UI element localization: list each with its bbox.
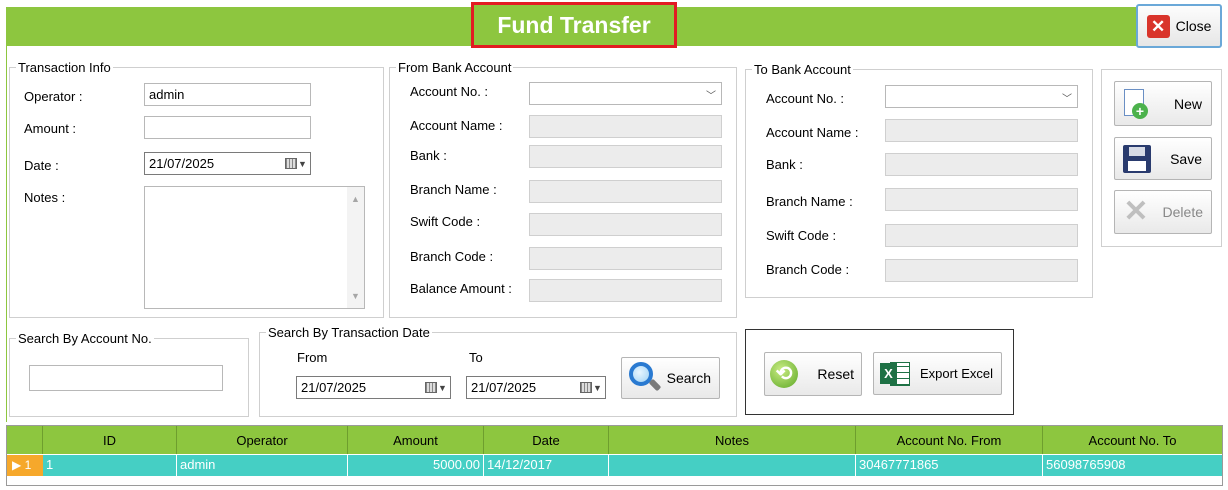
row-number: 1: [24, 458, 32, 472]
column-header-account-from[interactable]: Account No. From: [856, 426, 1043, 454]
cell-date[interactable]: 14/12/2017: [484, 455, 609, 476]
column-header-amount[interactable]: Amount: [348, 426, 484, 454]
from-swift-code-field: [529, 213, 722, 236]
chevron-down-icon: ﹀: [706, 91, 716, 102]
notes-textarea[interactable]: ▲ ▼: [144, 186, 365, 309]
row-indicator[interactable]: ▶ 1: [7, 455, 43, 476]
cell-amount[interactable]: 5000.00: [348, 455, 484, 476]
from-branch-code-field: [529, 247, 722, 270]
calendar-icon[interactable]: ▼: [285, 156, 307, 171]
transactions-grid[interactable]: ID Operator Amount Date Notes Account No…: [6, 425, 1223, 486]
to-account-no-label: Account No. :: [766, 91, 845, 106]
row-header-corner: [7, 426, 43, 454]
date-label: Date :: [24, 158, 59, 173]
calendar-icon[interactable]: ▼: [425, 380, 447, 395]
grid-header: ID Operator Amount Date Notes Account No…: [7, 426, 1222, 454]
from-account-no-label: Account No. :: [410, 84, 489, 99]
amount-input[interactable]: [144, 116, 311, 139]
save-button[interactable]: Save: [1114, 137, 1212, 180]
to-bank-label: Bank :: [766, 157, 803, 172]
search-account-input[interactable]: [29, 365, 223, 391]
cell-operator[interactable]: admin: [177, 455, 348, 476]
to-account-no-select[interactable]: ﹀: [885, 85, 1078, 108]
to-account-name-label: Account Name :: [766, 125, 859, 140]
save-button-label: Save: [1170, 150, 1202, 167]
close-button[interactable]: ✕ Close: [1136, 4, 1222, 48]
search-date-legend: Search By Transaction Date: [266, 325, 432, 340]
close-icon: ✕: [1146, 14, 1170, 38]
cell-account-from[interactable]: 30467771865: [856, 455, 1043, 476]
to-date-picker[interactable]: 21/07/2025 ▼: [466, 376, 606, 399]
notes-label: Notes :: [24, 190, 66, 205]
to-account-name-field: [885, 119, 1078, 142]
from-bank-field: [529, 145, 722, 168]
to-branch-code-label: Branch Code :: [766, 262, 850, 277]
new-document-icon: +: [1122, 88, 1148, 119]
delete-button[interactable]: ✕ Delete: [1114, 190, 1212, 234]
column-header-notes[interactable]: Notes: [609, 426, 856, 454]
column-header-account-to[interactable]: Account No. To: [1043, 426, 1222, 454]
from-balance-amount-field: [529, 279, 722, 302]
column-header-id[interactable]: ID: [43, 426, 177, 454]
close-button-label: Close: [1175, 18, 1212, 34]
from-account-legend: From Bank Account: [396, 60, 514, 75]
cell-account-to[interactable]: 56098765908: [1043, 455, 1222, 476]
to-branch-name-label: Branch Name :: [766, 194, 853, 209]
to-branch-name-field: [885, 188, 1078, 211]
to-branch-code-field: [885, 259, 1078, 282]
new-button-label: New: [1173, 95, 1202, 112]
excel-icon: X: [880, 360, 912, 388]
refresh-icon: ⟲: [770, 360, 798, 388]
amount-label: Amount :: [24, 121, 77, 136]
from-account-name-label: Account Name :: [410, 118, 503, 133]
to-bank-field: [885, 153, 1078, 176]
calendar-icon[interactable]: ▼: [580, 380, 602, 395]
to-date-label: To: [469, 350, 483, 365]
left-border: [6, 46, 7, 422]
window-title: Fund Transfer: [471, 2, 677, 48]
delete-button-label: Delete: [1162, 204, 1203, 220]
operator-input[interactable]: admin: [144, 83, 311, 106]
transaction-info-legend: Transaction Info: [16, 60, 113, 75]
export-excel-button-label: Export Excel: [920, 366, 993, 381]
from-balance-amount-label: Balance Amount :: [410, 281, 512, 296]
from-branch-name-label: Branch Name :: [410, 182, 497, 197]
from-bank-label: Bank :: [410, 148, 447, 163]
to-swift-code-field: [885, 224, 1078, 247]
from-date-picker[interactable]: 21/07/2025 ▼: [296, 376, 451, 399]
reset-button-label: Reset: [817, 366, 854, 382]
reset-button[interactable]: ⟲ Reset: [764, 352, 862, 396]
column-header-date[interactable]: Date: [484, 426, 609, 454]
scroll-down-icon[interactable]: ▼: [351, 291, 360, 301]
from-branch-code-label: Branch Code :: [410, 249, 494, 264]
from-branch-name-field: [529, 180, 722, 203]
search-button-label: Search: [666, 370, 711, 386]
cell-notes[interactable]: [609, 455, 856, 476]
search-account-legend: Search By Account No.: [16, 331, 154, 346]
chevron-down-icon: ﹀: [1062, 94, 1072, 105]
export-excel-button[interactable]: X Export Excel: [873, 352, 1002, 395]
to-account-legend: To Bank Account: [752, 62, 853, 77]
search-button[interactable]: Search: [621, 357, 720, 399]
from-date-label: From: [297, 350, 328, 365]
from-account-no-select[interactable]: ﹀: [529, 82, 722, 105]
date-value: 21/07/2025: [149, 156, 215, 171]
magnifier-icon: [627, 361, 662, 395]
from-account-name-field: [529, 115, 722, 138]
scroll-up-icon[interactable]: ▲: [351, 194, 360, 204]
column-header-operator[interactable]: Operator: [177, 426, 348, 454]
to-swift-code-label: Swift Code :: [766, 228, 837, 243]
to-date-value: 21/07/2025: [471, 380, 537, 395]
operator-label: Operator :: [24, 89, 83, 104]
cell-id[interactable]: 1: [43, 455, 177, 476]
date-picker[interactable]: 21/07/2025 ▼: [144, 152, 311, 175]
new-button[interactable]: + New: [1114, 81, 1212, 126]
table-row[interactable]: ▶ 1 1 admin 5000.00 14/12/2017 304677718…: [7, 455, 1222, 476]
from-date-value: 21/07/2025: [301, 380, 367, 395]
delete-x-icon: ✕: [1123, 195, 1149, 228]
floppy-disk-icon: [1123, 144, 1151, 173]
from-swift-code-label: Swift Code :: [410, 214, 481, 229]
notes-scrollbar[interactable]: ▲ ▼: [347, 187, 364, 308]
